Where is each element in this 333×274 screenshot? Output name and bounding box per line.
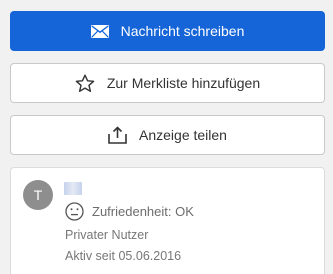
star-outline-icon <box>75 74 95 93</box>
share-listing-button[interactable]: Anzeige teilen <box>10 115 325 155</box>
satisfaction-label: Zufriedenheit: OK <box>92 204 194 219</box>
seller-type: Privater Nutzer <box>65 228 149 242</box>
avatar-initial: T <box>33 187 43 203</box>
seller-avatar[interactable]: T <box>23 180 53 210</box>
share-listing-label: Anzeige teilen <box>139 127 227 143</box>
neutral-face-icon <box>65 202 84 221</box>
add-to-watchlist-label: Zur Merkliste hinzufügen <box>106 75 261 91</box>
seller-active-since: Aktiv seit 05.06.2016 <box>65 249 182 263</box>
seller-name-redacted <box>64 182 82 195</box>
envelope-icon <box>90 24 109 38</box>
send-message-button[interactable]: Nachricht schreiben <box>10 11 325 51</box>
seller-info-card: T Zufriedenheit: OK Privater Nutzer Akti… <box>10 167 325 274</box>
share-icon <box>108 126 127 144</box>
send-message-label: Nachricht schreiben <box>120 23 245 39</box>
seller-satisfaction: Zufriedenheit: OK <box>65 202 194 221</box>
seller-action-panel: Nachricht schreiben Zur Merkliste hinzuf… <box>0 0 333 274</box>
add-to-watchlist-button[interactable]: Zur Merkliste hinzufügen <box>10 63 325 103</box>
